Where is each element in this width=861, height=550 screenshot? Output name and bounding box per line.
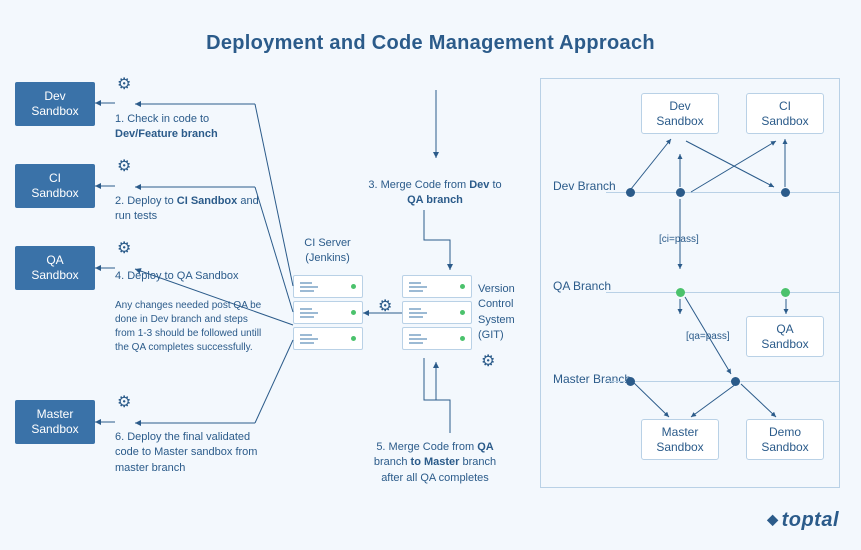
step-2-text: 2. Deploy to CI Sandbox and run tests — [115, 194, 275, 225]
step-5-pre: 5. Merge Code from — [376, 441, 477, 453]
step-5-b2: to Master — [411, 456, 460, 468]
step-3-pre: 3. Merge Code from — [368, 179, 469, 191]
branch-panel: DevSandbox CISandbox QASandbox MasterSan… — [540, 78, 840, 488]
step-6-text: 6. Deploy the final validated code to Ma… — [115, 430, 275, 476]
server-lines-icon — [409, 338, 427, 340]
dev-sandbox-l1: Dev — [15, 89, 95, 104]
ci-sandbox-l1: CI — [15, 171, 95, 186]
gear-icon: ⚙ — [481, 351, 495, 371]
step-4-text: 4. Deploy to QA Sandbox — [115, 269, 275, 284]
status-dot-icon — [460, 336, 465, 341]
server-lines-icon — [409, 286, 427, 288]
ci-server-stack — [293, 275, 363, 353]
step-2-pre: 2. Deploy to — [115, 195, 177, 207]
server-lines-icon — [300, 286, 318, 288]
step-3-text: 3. Merge Code from Dev to QA branch — [365, 178, 505, 209]
status-dot-icon — [351, 284, 356, 289]
server-lines-icon — [409, 312, 427, 314]
master-sandbox-l1: Master — [15, 407, 95, 422]
step-3-b2: QA branch — [407, 194, 463, 206]
step-1-text: 1. Check in code to Dev/Feature branch — [115, 112, 275, 143]
server-lines-icon — [300, 312, 318, 314]
step-5-mid: branch — [374, 456, 411, 468]
server-lines-icon — [300, 338, 318, 340]
qa-sandbox-l1: QA — [15, 253, 95, 268]
status-dot-icon — [460, 284, 465, 289]
status-dot-icon — [351, 336, 356, 341]
status-dot-icon — [351, 310, 356, 315]
gear-icon: ⚙ — [117, 392, 131, 412]
master-sandbox-pill: MasterSandbox — [15, 400, 95, 444]
brand-logo: toptal — [767, 509, 839, 532]
panel-connectors — [541, 79, 841, 489]
status-dot-icon — [460, 310, 465, 315]
vcs-label: Version Control System (GIT) — [478, 282, 533, 344]
step-3-mid: to — [489, 179, 501, 191]
step-2-bold: CI Sandbox — [177, 195, 238, 207]
gear-icon: ⚙ — [117, 238, 131, 258]
qa-note-text: Any changes needed post QA be done in De… — [115, 299, 265, 355]
qa-sandbox-pill: QASandbox — [15, 246, 95, 290]
ci-sandbox-l2: Sandbox — [15, 186, 95, 201]
step-1-pre: 1. Check in code to — [115, 113, 209, 125]
step-5-text: 5. Merge Code from QA branch to Master b… — [365, 440, 505, 486]
gear-icon: ⚙ — [117, 74, 131, 94]
ci-sandbox-pill: CISandbox — [15, 164, 95, 208]
gear-icon: ⚙ — [117, 156, 131, 176]
dev-sandbox-pill: DevSandbox — [15, 82, 95, 126]
step-5-b1: QA — [477, 441, 494, 453]
diagram-title: Deployment and Code Management Approach — [0, 0, 861, 55]
step-1-bold: Dev/Feature branch — [115, 128, 218, 140]
ci-server-label: CI Server (Jenkins) — [290, 236, 365, 267]
master-sandbox-l2: Sandbox — [15, 422, 95, 437]
dev-sandbox-l2: Sandbox — [15, 104, 95, 119]
vcs-stack — [402, 275, 472, 353]
step-3-b1: Dev — [469, 179, 489, 191]
qa-sandbox-l2: Sandbox — [15, 268, 95, 283]
gear-icon: ⚙ — [378, 296, 392, 316]
